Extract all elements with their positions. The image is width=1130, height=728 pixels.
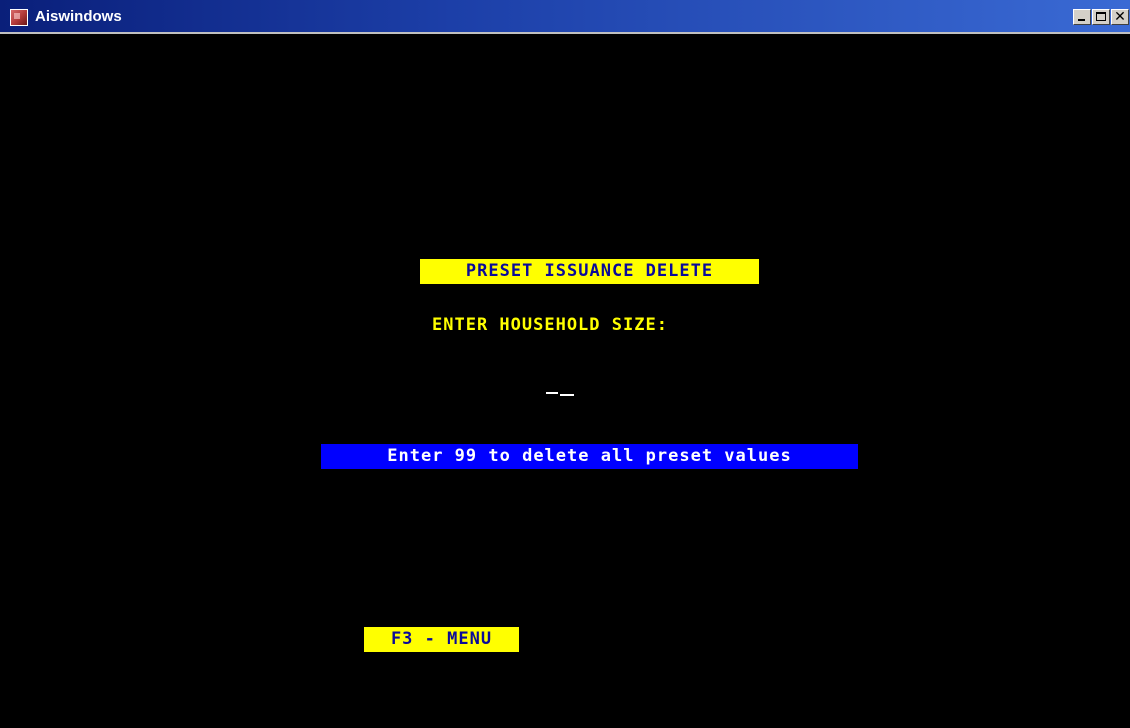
close-icon: ✕ bbox=[1114, 9, 1126, 25]
screen-title: PRESET ISSUANCE DELETE bbox=[420, 259, 759, 284]
terminal-window: Aiswindows ✕ PRESET ISSUANCE DELETE ENTE… bbox=[0, 0, 1130, 728]
terminal-screen: PRESET ISSUANCE DELETE ENTER HOUSEHOLD S… bbox=[0, 34, 1130, 728]
maximize-button[interactable] bbox=[1092, 9, 1110, 25]
minimize-icon bbox=[1078, 19, 1085, 21]
household-size-prompt: ENTER HOUSEHOLD SIZE: bbox=[432, 315, 668, 335]
delete-all-hint: Enter 99 to delete all preset values bbox=[321, 444, 858, 469]
maximize-icon bbox=[1096, 12, 1106, 21]
minimize-button[interactable] bbox=[1073, 9, 1091, 25]
input-cursor bbox=[546, 392, 558, 394]
window-titlebar[interactable]: Aiswindows ✕ bbox=[0, 0, 1130, 34]
f3-menu-key[interactable]: F3 - MENU bbox=[364, 627, 519, 652]
input-field-underline bbox=[560, 394, 574, 396]
window-title: Aiswindows bbox=[35, 8, 122, 25]
app-icon[interactable] bbox=[10, 9, 28, 26]
close-button[interactable]: ✕ bbox=[1111, 9, 1129, 25]
